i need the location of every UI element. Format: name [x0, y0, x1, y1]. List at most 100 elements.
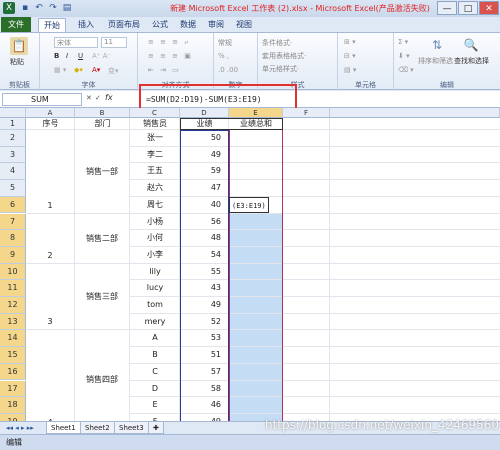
border-icon[interactable]: ▦ ▾ [54, 66, 66, 74]
department-cell[interactable]: 销售一部 [75, 130, 129, 213]
sheet-tab-2[interactable]: Sheet2 [80, 422, 115, 434]
column-header[interactable]: F [283, 108, 330, 118]
tab-formulas[interactable]: 公式 [148, 18, 172, 32]
paste-icon[interactable]: 📋 [10, 37, 28, 55]
font-color-icon[interactable]: A▾ [92, 66, 100, 74]
row-header[interactable]: 12 [0, 297, 26, 314]
seller-cell[interactable]: lily [130, 264, 180, 281]
row-header[interactable]: 14 [0, 330, 26, 348]
align-center-icons[interactable]: ≡ ≡ ≡ ▣ [148, 52, 193, 60]
find-select-icon[interactable]: 🔍 [462, 36, 480, 54]
number-format-select[interactable]: 常规 [218, 38, 232, 48]
cancel-icon[interactable]: ✕ [86, 94, 92, 102]
tab-review[interactable]: 审阅 [204, 18, 228, 32]
column-header[interactable]: D [180, 108, 229, 118]
seller-cell[interactable]: 李二 [130, 147, 180, 164]
row-header[interactable]: 9 [0, 246, 26, 264]
conditional-format-button[interactable]: 条件格式· [262, 38, 292, 48]
active-cell-e6[interactable]: (E3:E19) [229, 196, 269, 214]
seller-cell[interactable]: C [130, 364, 180, 381]
row-header[interactable]: 10 [0, 263, 26, 281]
seller-cell[interactable]: 张一 [130, 130, 180, 147]
sheet-tab-1[interactable]: Sheet1 [46, 422, 81, 434]
italic-button[interactable]: I [66, 52, 68, 60]
tab-insert[interactable]: 插入 [72, 18, 100, 32]
group-number-cell[interactable]: 4 [26, 330, 74, 430]
seller-cell[interactable]: 赵六 [130, 180, 180, 197]
decimal-icons[interactable]: .0 .00 [218, 66, 238, 74]
seller-cell[interactable]: 小何 [130, 230, 180, 247]
enter-icon[interactable]: ✓ [95, 94, 101, 102]
group-number-cell[interactable]: 2 [26, 213, 74, 263]
font-size-select[interactable]: 11 [101, 37, 127, 48]
seller-cell[interactable]: 王五 [130, 163, 180, 180]
delete-cells-icon[interactable]: ⊟ ▾ [344, 52, 356, 60]
row-header[interactable]: 7 [0, 213, 26, 231]
sheet-nav-icons[interactable]: ◂◂ ◂ ▸ ▸▸ [6, 424, 34, 432]
sort-filter-icon[interactable]: ⇅ [428, 36, 446, 54]
sort-filter-button[interactable]: 排序和筛选 [418, 56, 453, 66]
header-cell-c[interactable]: 销售员 [130, 118, 180, 130]
align-top-icons[interactable]: ≡ ≡ ≡ ⤶ [148, 38, 190, 47]
header-cell-b[interactable]: 部门 [75, 118, 130, 130]
insert-function-button[interactable]: fx [105, 93, 113, 102]
row-header[interactable]: 18 [0, 397, 26, 414]
fill-color-icon[interactable]: ◆▾ [74, 66, 83, 74]
fill-icon[interactable]: ⬇ ▾ [398, 52, 410, 60]
header-cell-a[interactable]: 序号 [26, 118, 75, 130]
redo-icon[interactable]: ↷ [47, 2, 59, 14]
department-cell[interactable]: 销售二部 [75, 213, 129, 263]
row-header[interactable]: 1 [0, 118, 26, 130]
seller-cell[interactable]: B [130, 347, 180, 364]
save-icon[interactable]: ▪ [19, 2, 31, 14]
print-icon[interactable]: ▤ [61, 2, 73, 14]
row-header[interactable]: 5 [0, 180, 26, 197]
department-cell[interactable]: 销售四部 [75, 330, 129, 430]
bold-button[interactable]: B [54, 52, 59, 60]
row-header[interactable]: 8 [0, 230, 26, 247]
autosum-icon[interactable]: Σ ▾ [398, 38, 408, 46]
row-header[interactable]: 6 [0, 196, 26, 214]
column-header[interactable]: E [229, 108, 283, 118]
seller-cell[interactable]: E [130, 397, 180, 414]
paste-button[interactable]: 粘贴 [10, 57, 24, 67]
department-cell[interactable]: 销售三部 [75, 263, 129, 330]
seller-cell[interactable]: tom [130, 297, 180, 314]
underline-button[interactable]: U [78, 52, 83, 60]
spreadsheet-grid[interactable]: ABCDEF12345678910111213141516171819序号部门销… [0, 108, 500, 431]
indent-icons[interactable]: ⇤ ⇥ ▭ [148, 66, 181, 74]
column-header[interactable]: C [130, 108, 180, 118]
seller-cell[interactable]: D [130, 381, 180, 398]
phonetic-icon[interactable]: 变▾ [108, 66, 119, 76]
seller-cell[interactable]: 小杨 [130, 214, 180, 231]
table-format-button[interactable]: 套用表格格式· [262, 51, 306, 61]
cell-styles-button[interactable]: 单元格样式· [262, 64, 299, 74]
file-tab[interactable]: 文件 [1, 17, 31, 32]
row-header[interactable]: 17 [0, 380, 26, 398]
minimize-button[interactable]: — [437, 1, 457, 15]
group-number-cell[interactable]: 1 [26, 130, 74, 213]
name-box[interactable]: SUM [2, 93, 82, 106]
seller-cell[interactable]: 小李 [130, 247, 180, 264]
row-header[interactable]: 4 [0, 163, 26, 181]
column-header[interactable]: B [75, 108, 130, 118]
tab-home[interactable]: 开始 [38, 18, 66, 32]
font-name-select[interactable]: 宋体 [54, 37, 98, 48]
percent-icons[interactable]: % , [218, 52, 229, 60]
row-header[interactable]: 13 [0, 313, 26, 331]
column-header[interactable]: A [26, 108, 75, 118]
row-header[interactable]: 15 [0, 347, 26, 364]
row-header[interactable]: 16 [0, 363, 26, 381]
undo-icon[interactable]: ↶ [33, 2, 45, 14]
format-cells-icon[interactable]: ▤ ▾ [344, 66, 356, 74]
insert-cells-icon[interactable]: ⊞ ▾ [344, 38, 356, 46]
row-header[interactable]: 3 [0, 146, 26, 164]
seller-cell[interactable]: mery [130, 314, 180, 331]
row-header[interactable]: 11 [0, 280, 26, 297]
maximize-button[interactable]: □ [458, 1, 478, 15]
close-button[interactable]: ✕ [479, 1, 499, 15]
seller-cell[interactable]: 周七 [130, 197, 180, 214]
find-select-button[interactable]: 查找和选择 [454, 56, 489, 66]
clear-icon[interactable]: ⌫ ▾ [398, 66, 414, 74]
seller-cell[interactable]: lucy [130, 280, 180, 297]
